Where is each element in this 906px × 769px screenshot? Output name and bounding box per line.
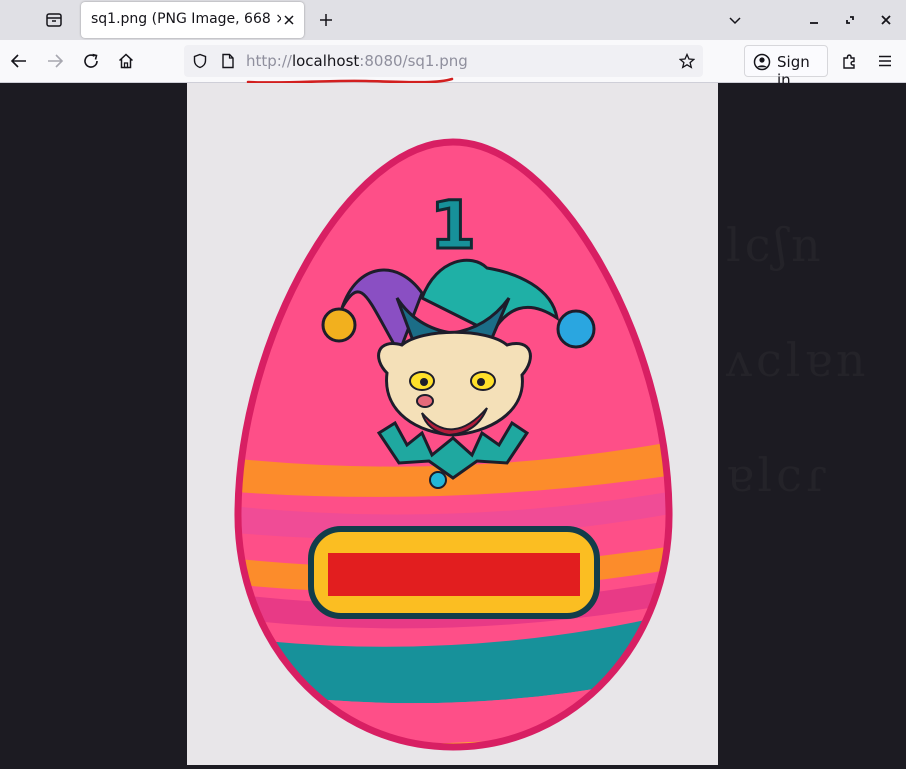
tab-bar: sq1.png (PNG Image, 668 × 9 [0, 0, 906, 40]
egg-number: 1 [430, 187, 476, 264]
list-all-tabs-button[interactable] [719, 4, 751, 36]
background-ghost-text: ɐlcɾ [726, 448, 831, 502]
restore-button[interactable] [834, 4, 866, 36]
close-window-button[interactable] [870, 4, 902, 36]
forward-button[interactable] [40, 46, 70, 76]
restore-icon [846, 16, 854, 24]
egg-image[interactable]: 1 [187, 83, 718, 765]
close-icon [881, 15, 891, 25]
app-menu-button[interactable] [870, 46, 900, 76]
url-text[interactable]: http://localhost:8080/sq1.png [246, 52, 468, 70]
red-bar [328, 553, 580, 596]
arrow-right-icon [48, 54, 64, 68]
reload-icon [84, 53, 98, 68]
egg-artwork: 1 [234, 138, 673, 751]
star-icon[interactable] [679, 53, 695, 69]
url-scheme: http:// [246, 52, 292, 70]
arrow-left-icon [10, 54, 26, 68]
chevron-down-icon [729, 17, 741, 25]
tab-list-icon [46, 13, 62, 27]
minimize-icon [810, 22, 818, 24]
image-viewport: lcʃn ʌclɐn ɐlcɾ 1 [0, 83, 906, 765]
url-host: localhost [291, 52, 360, 70]
url-path: :8080/sq1.png [359, 52, 468, 70]
sign-in-button[interactable]: Sign in [744, 45, 828, 89]
account-icon [753, 53, 771, 71]
plus-icon [320, 14, 332, 26]
extensions-button[interactable] [835, 46, 865, 76]
shield-icon[interactable] [192, 53, 208, 69]
page-icon[interactable] [221, 53, 235, 69]
home-button[interactable] [111, 46, 141, 76]
tab-list-button[interactable] [38, 4, 70, 36]
reload-button[interactable] [76, 46, 106, 76]
new-tab-button[interactable] [310, 4, 342, 36]
background-ghost-text: lcʃn [726, 218, 825, 272]
hamburger-icon [879, 55, 891, 67]
background-ghost-text: ʌclɐn [726, 333, 870, 387]
tab-title: sq1.png (PNG Image, 668 × 9 [91, 11, 281, 27]
tab-active[interactable]: sq1.png (PNG Image, 668 × 9 [81, 2, 304, 38]
close-icon [284, 15, 294, 25]
home-icon [118, 53, 134, 69]
tab-close-button[interactable] [280, 11, 298, 29]
minimize-button[interactable] [798, 4, 830, 36]
back-button[interactable] [4, 46, 34, 76]
puzzle-icon [843, 54, 855, 69]
